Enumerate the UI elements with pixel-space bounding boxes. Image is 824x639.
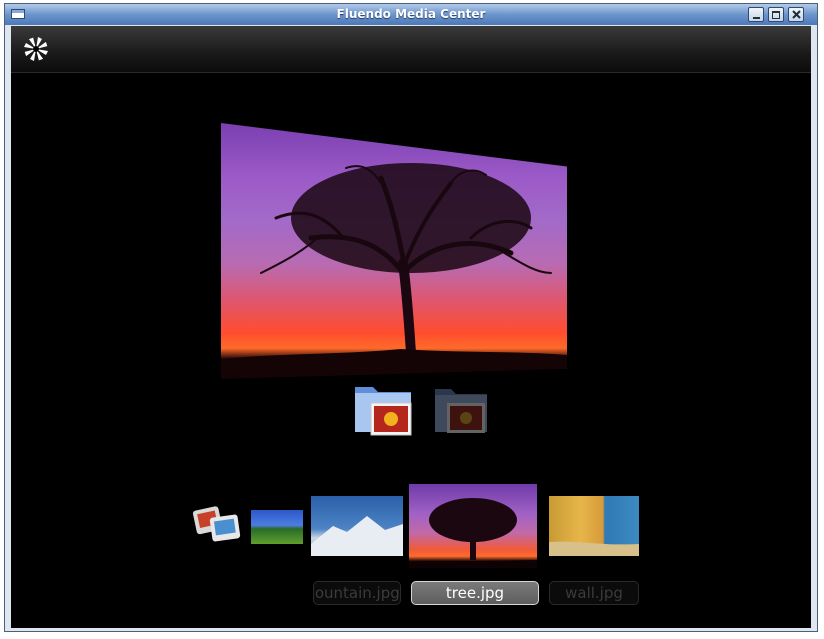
close-button[interactable] — [788, 7, 804, 22]
tree-thumbnail[interactable] — [409, 484, 537, 568]
wall-thumbnail[interactable] — [549, 496, 639, 556]
minimize-button[interactable] — [748, 7, 764, 22]
caption-text: wall.jpg — [565, 584, 623, 602]
close-icon — [792, 10, 801, 19]
pictures-folder-icon[interactable] — [351, 379, 417, 441]
media-center-view: mountain.jpg tree.jpg wall.jpg — [11, 26, 811, 628]
mountain-thumbnail[interactable] — [311, 496, 403, 556]
window-title: Fluendo Media Center — [336, 7, 486, 21]
tree-silhouette — [221, 163, 567, 379]
caption-text: tree.jpg — [445, 584, 505, 602]
mountain-peak — [311, 516, 403, 556]
slideshow-thumbnail[interactable] — [191, 502, 243, 544]
tree-thumb-silhouette — [409, 498, 537, 568]
thumbnail-caption-wall[interactable]: wall.jpg — [549, 581, 639, 605]
fluendo-pinwheel-icon[interactable] — [21, 34, 51, 64]
app-window: Fluendo Media Center ountain.jpg tree.jp… — [4, 3, 818, 632]
thumbnail-caption-mountain[interactable]: mountain.jpg — [313, 581, 401, 605]
caption-text: mountain.jpg — [314, 584, 400, 602]
thumbnail-caption-tree-selected[interactable]: tree.jpg — [411, 581, 539, 605]
pictures-folder-icon[interactable] — [431, 383, 493, 439]
landscape-thumbnail[interactable] — [251, 510, 303, 544]
main-picture-tree[interactable] — [221, 123, 567, 379]
beach-shore — [549, 541, 639, 556]
title-bar[interactable]: Fluendo Media Center — [5, 4, 817, 25]
maximize-button[interactable] — [768, 7, 784, 22]
top-toolbar — [11, 26, 811, 73]
